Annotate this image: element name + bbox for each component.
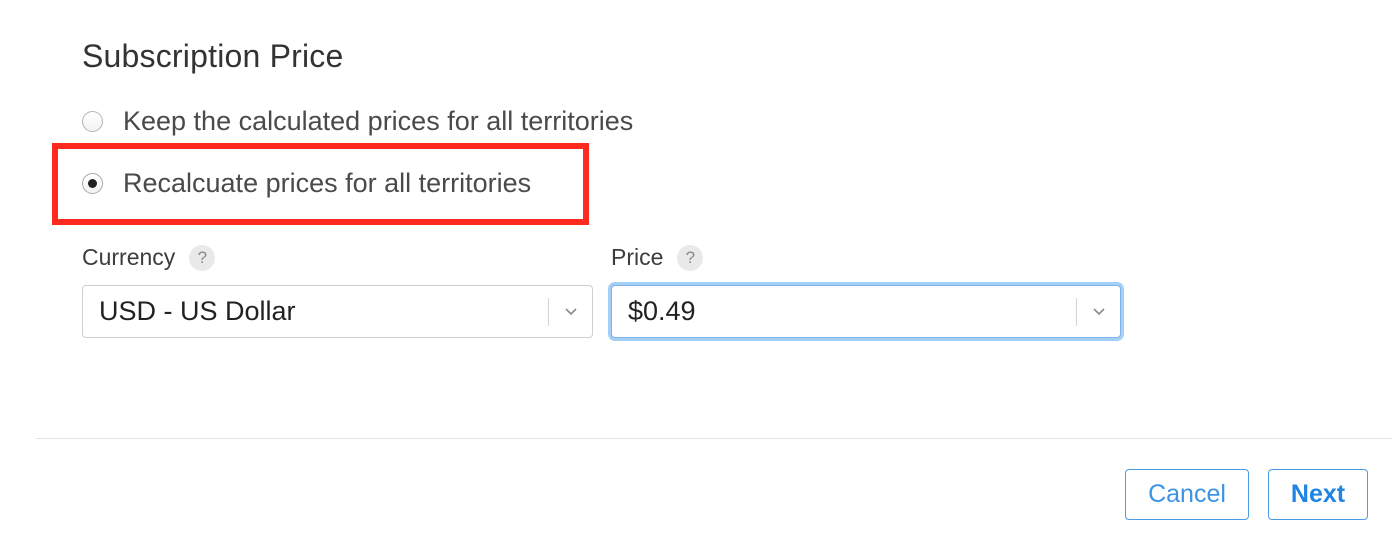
currency-field-label: Currency ? [82,244,216,271]
next-button[interactable]: Next [1268,469,1368,520]
cancel-button[interactable]: Cancel [1125,469,1249,520]
price-select[interactable]: $0.49 [611,285,1121,338]
price-select-value: $0.49 [628,296,696,326]
option-keep-prices-label[interactable]: Keep the calculated prices for all terri… [123,106,633,137]
currency-select[interactable]: USD - US Dollar [82,285,593,338]
currency-help-icon[interactable]: ? [189,244,216,271]
option-keep-prices[interactable]: Keep the calculated prices for all terri… [82,104,633,138]
price-label-text: Price [611,244,664,270]
subscription-price-dialog: Subscription Price Keep the calculated p… [0,0,1392,552]
currency-label-text: Currency [82,244,176,270]
footer-divider [36,438,1392,439]
section-title: Subscription Price [82,38,344,74]
currency-select-value: USD - US Dollar [99,296,296,326]
highlight-annotation [52,143,589,225]
price-field-label: Price ? [611,244,704,271]
price-help-icon[interactable]: ? [677,244,704,271]
chevron-down-icon[interactable] [549,286,592,337]
radio-keep-prices[interactable] [82,110,103,132]
chevron-down-icon[interactable] [1077,286,1120,337]
